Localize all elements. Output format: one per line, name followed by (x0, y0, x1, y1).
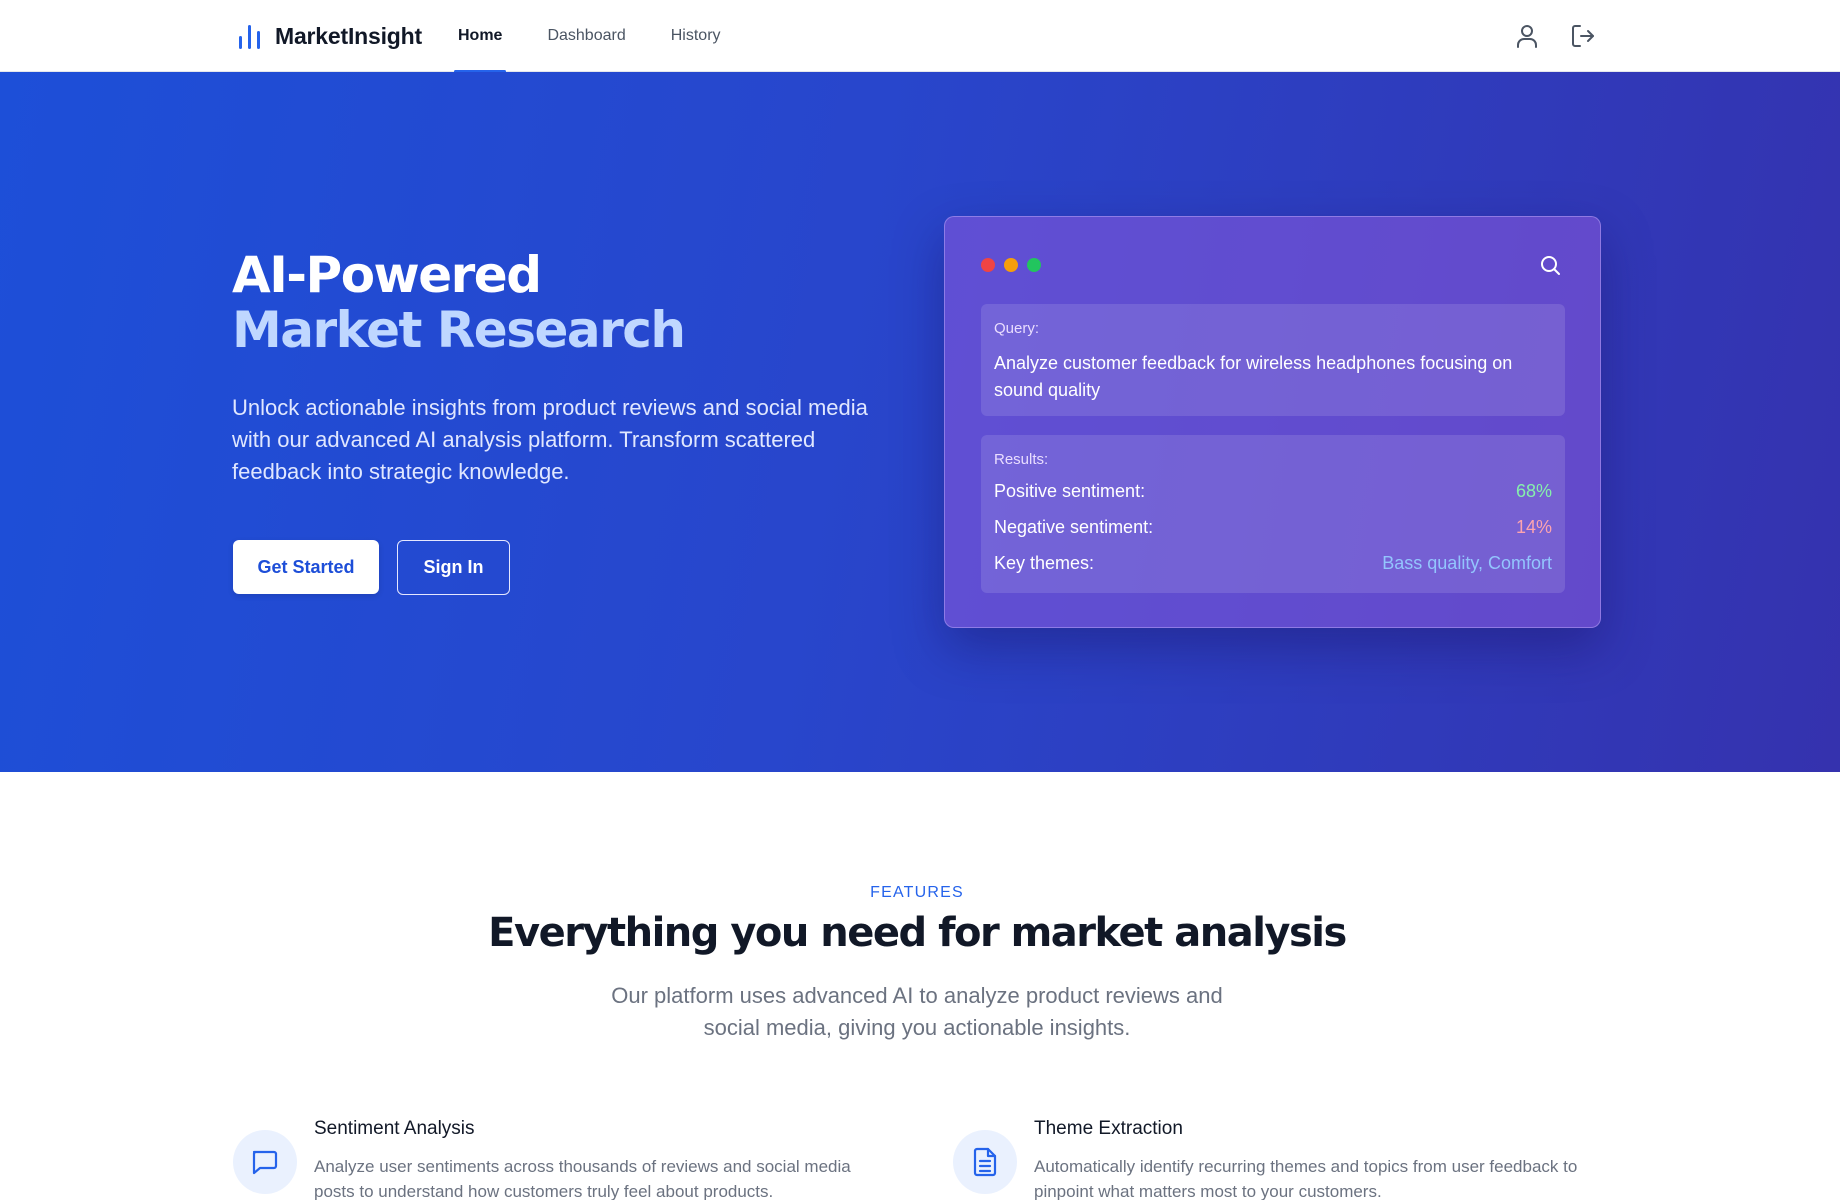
user-profile-button[interactable] (1512, 20, 1542, 52)
nav-link-dashboard[interactable]: Dashboard (543, 0, 629, 72)
result-row-positive: Positive sentiment: 68% (994, 481, 1552, 505)
logout-icon (1572, 25, 1594, 47)
query-panel: Query: Analyze customer feedback for wir… (981, 304, 1565, 416)
feature-icon-container (233, 1130, 297, 1194)
nav-link-history[interactable]: History (667, 0, 725, 72)
nav-actions (1512, 20, 1598, 52)
chat-bubble-icon (252, 1150, 278, 1175)
main-nav: Home Dashboard History (454, 0, 762, 73)
hero-description: Unlock actionable insights from product … (232, 395, 868, 484)
sign-in-button[interactable]: Sign In (397, 540, 510, 595)
result-value-negative: 14% (1515, 517, 1552, 537)
document-icon (973, 1147, 997, 1177)
features-eyebrow: FEATURES (870, 884, 964, 901)
user-icon (1517, 25, 1537, 48)
bar-chart-icon (239, 25, 260, 49)
result-key: Positive sentiment: (994, 481, 1146, 501)
result-row-negative: Negative sentiment: 14% (994, 517, 1552, 541)
feature-title: Sentiment Analysis (314, 1118, 475, 1139)
results-panel: Results: Positive sentiment: 68% Negativ… (981, 435, 1565, 593)
query-text: Analyze customer feedback for wireless h… (994, 353, 1513, 400)
result-key: Key themes: (994, 553, 1095, 573)
query-label: Query: (994, 320, 1040, 337)
hero-title-line2: Market Research (232, 301, 686, 359)
feature-title: Theme Extraction (1034, 1118, 1183, 1139)
result-row-themes: Key themes: Bass quality, Comfort (994, 553, 1552, 577)
brand-logo[interactable]: MarketInsight (237, 20, 422, 52)
result-value-themes: Bass quality, Comfort (1382, 553, 1552, 573)
red-dot-icon (981, 258, 995, 272)
feature-icon-container (953, 1130, 1017, 1194)
features-title: Everything you need for market analysis (488, 910, 1347, 956)
result-key: Negative sentiment: (994, 517, 1154, 537)
yellow-dot-icon (1004, 258, 1018, 272)
result-value-positive: 68% (1515, 481, 1552, 501)
analysis-preview-card: Query: Analyze customer feedback for wir… (944, 216, 1601, 628)
window-dots (981, 258, 1041, 272)
results-label: Results: (994, 451, 1049, 468)
logout-button[interactable] (1568, 20, 1598, 52)
green-dot-icon (1027, 258, 1041, 272)
feature-description: Analyze user sentiments across thousands… (314, 1157, 851, 1200)
brand-name: MarketInsight (275, 22, 422, 49)
hero-title: AI-Powered Market Research (232, 246, 686, 359)
nav-link-home[interactable]: Home (454, 0, 507, 73)
features-subtitle: Our platform uses advanced AI to analyze… (611, 983, 1223, 1040)
hero-title-line1: AI-Powered (232, 246, 542, 304)
feature-description: Automatically identify recurring themes … (1034, 1157, 1578, 1200)
search-icon[interactable] (1538, 253, 1562, 277)
top-navbar: MarketInsight Home Dashboard History (0, 0, 1840, 73)
get-started-button[interactable]: Get Started (233, 540, 379, 594)
hero-section: AI-Powered Market Research Unlock action… (0, 72, 1840, 772)
